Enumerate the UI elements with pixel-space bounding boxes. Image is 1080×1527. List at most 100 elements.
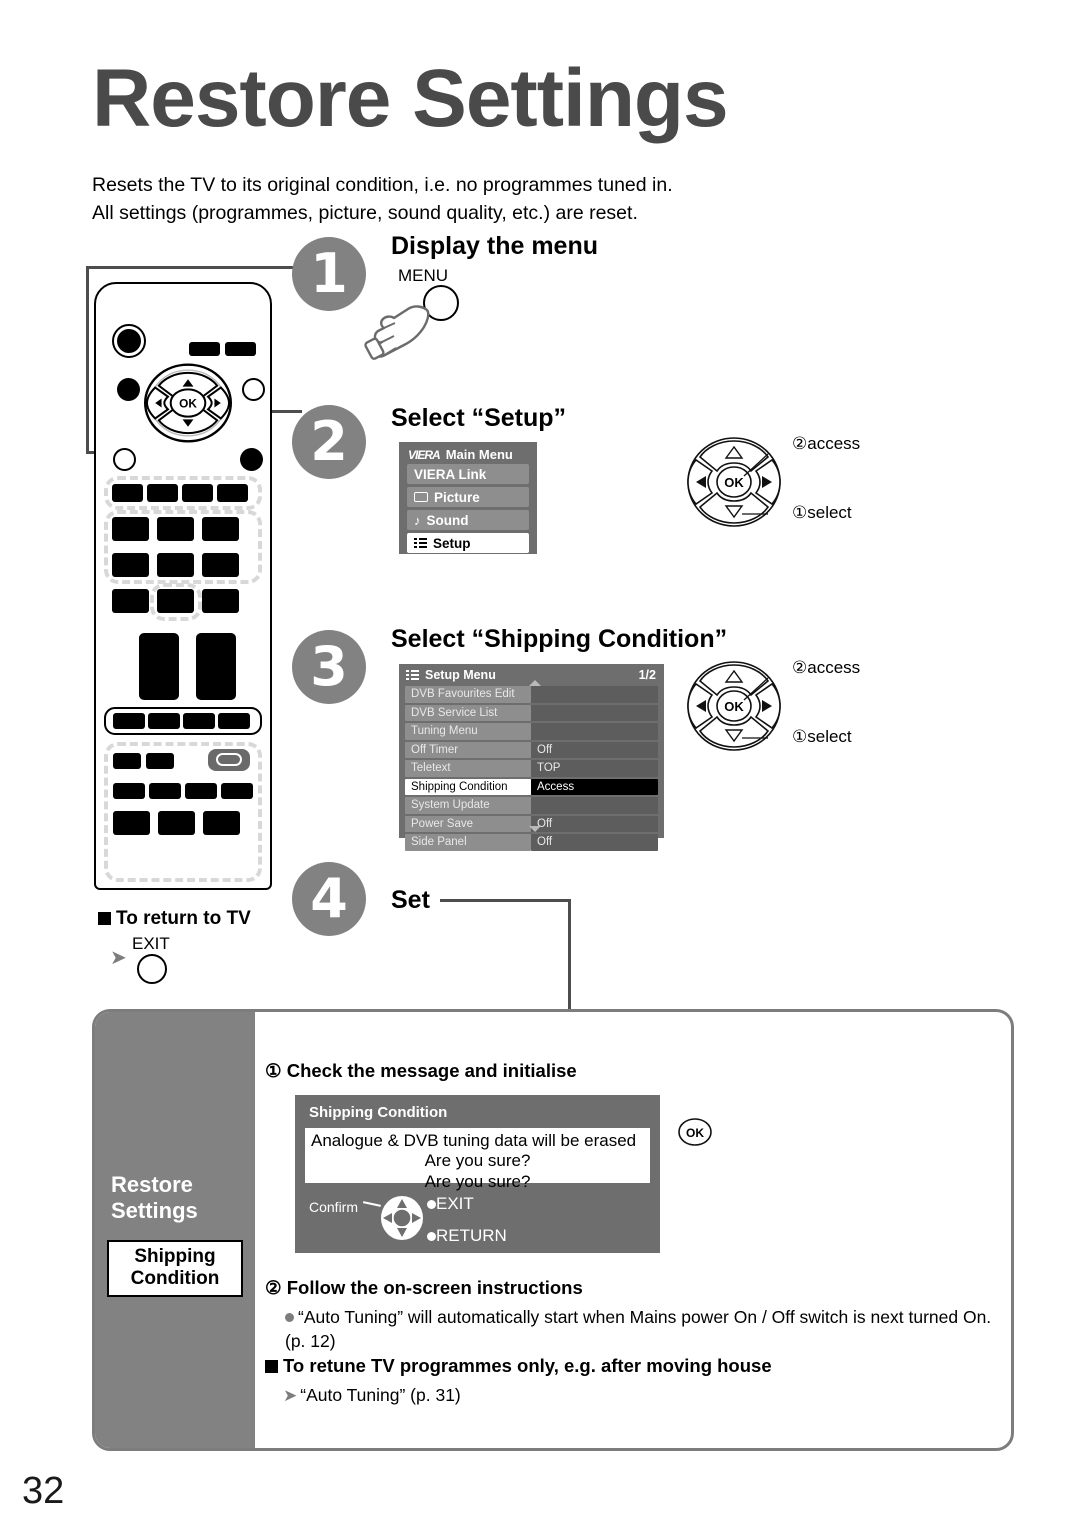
cursor-pad-step3-access-label: ②access — [792, 658, 860, 678]
access-text: access — [807, 658, 861, 677]
main-menu-item-label: Sound — [426, 512, 469, 528]
remote-lower-key-6[interactable] — [221, 783, 253, 799]
substep-2-bullet-text: “Auto Tuning” will automatically start w… — [285, 1307, 992, 1352]
step-2-number: 2 — [292, 405, 366, 479]
remote-function-key-3[interactable] — [183, 713, 215, 729]
dialog-cursor-pad-icon[interactable] — [379, 1194, 425, 1242]
dialog-ok-button[interactable]: OK — [677, 1117, 713, 1147]
main-menu-item-sound[interactable]: ♪ Sound — [407, 510, 529, 530]
remote-top-button-1[interactable] — [189, 342, 220, 356]
remote-volume-rocker[interactable] — [139, 633, 179, 700]
svg-text:OK: OK — [686, 1126, 704, 1140]
remote-control-illustration: OK — [86, 276, 281, 896]
setup-row-value: Off — [531, 741, 658, 758]
setup-menu-row-shipping-condition[interactable]: Shipping Condition Access — [405, 778, 658, 795]
setup-menu-row-dvb-favourites-edit[interactable]: DVB Favourites Edit — [405, 686, 658, 703]
remote-lower-key-9[interactable] — [203, 811, 240, 835]
sidebar-item-shipping-condition[interactable]: Shipping Condition — [107, 1240, 243, 1298]
dialog-message-line-2: Are you sure? — [424, 1151, 531, 1171]
square-bullet-icon — [265, 1360, 278, 1373]
dialog-return-option[interactable]: RETURN — [427, 1226, 507, 1246]
remote-cursor-pad[interactable]: OK — [142, 362, 234, 444]
remote-colour-key-4[interactable] — [217, 484, 248, 502]
remote-lower-key-7[interactable] — [113, 811, 150, 835]
remote-function-key-1[interactable] — [113, 713, 145, 729]
dialog-exit-option[interactable]: EXIT — [427, 1194, 474, 1214]
substep-2-heading: ② Follow the on-screen instructions — [265, 1277, 583, 1299]
access-text: access — [807, 434, 861, 453]
list-icon — [414, 538, 427, 548]
dialog-message-line-1: Analogue & DVB tuning data will be erase… — [311, 1131, 637, 1150]
remote-input-button[interactable] — [117, 378, 140, 401]
remote-colour-key-2[interactable] — [147, 484, 178, 502]
intro-line-2: All settings (programmes, picture, sound… — [92, 201, 638, 224]
sidebar-chip-line-1: Shipping — [134, 1246, 216, 1267]
setup-menu-title: Setup Menu — [425, 668, 496, 682]
remote-colour-key-3[interactable] — [182, 484, 213, 502]
remote-lower-key-3[interactable] — [113, 783, 145, 799]
remote-lower-key-2[interactable] — [146, 753, 174, 769]
access-number: ② — [792, 658, 808, 677]
remote-lower-key-1[interactable] — [113, 753, 141, 769]
remote-function-key-4[interactable] — [218, 713, 250, 729]
substep-3-text: To retune TV programmes only, e.g. after… — [283, 1355, 772, 1376]
svg-text:OK: OK — [724, 475, 744, 490]
main-menu-item-setup[interactable]: Setup — [407, 533, 529, 553]
bullet-icon — [427, 1200, 436, 1210]
page-number: 32 — [22, 1470, 65, 1512]
setup-menu-row-tuning-menu[interactable]: Tuning Menu — [405, 723, 658, 740]
main-menu-item-picture[interactable]: Picture — [407, 487, 529, 507]
svg-text:OK: OK — [179, 397, 197, 411]
setup-menu-row-system-update[interactable]: System Update — [405, 797, 658, 814]
sidebar-chip-line-2: Condition — [130, 1268, 220, 1290]
setup-row-label: Teletext — [405, 760, 531, 777]
scroll-down-icon[interactable] — [529, 826, 541, 832]
setup-menu-row-dvb-service-list[interactable]: DVB Service List — [405, 704, 658, 721]
viera-main-menu: VIERA Main Menu VIERA Link Picture ♪ Sou… — [399, 442, 537, 554]
setup-menu: Setup Menu 1/2 DVB Favourites Edit DVB S… — [399, 664, 664, 851]
remote-channel-rocker[interactable] — [196, 633, 236, 700]
remote-return-button[interactable] — [240, 448, 263, 471]
substep-3-reference-text: “Auto Tuning” (p. 31) — [300, 1385, 461, 1405]
list-icon — [406, 670, 419, 680]
dialog-message: Analogue & DVB tuning data will be erase… — [305, 1128, 650, 1191]
exit-button-circle[interactable] — [137, 954, 167, 984]
step-2-heading: Select “Setup” — [391, 404, 567, 432]
setup-row-value: TOP — [531, 760, 658, 777]
remote-exit-button[interactable] — [113, 448, 136, 471]
setup-menu-row-off-timer[interactable]: Off Timer Off — [405, 741, 658, 758]
cursor-pad-step2[interactable]: OK — [684, 432, 784, 532]
remote-toggle-switch[interactable] — [208, 749, 250, 771]
step-4-heading: Set — [391, 886, 430, 914]
remote-lower-key-8[interactable] — [158, 811, 195, 835]
main-menu-item-viera-link[interactable]: VIERA Link — [407, 464, 529, 484]
substep-1-heading: ① Check the message and initialise — [265, 1060, 577, 1082]
remote-menu-button[interactable] — [242, 378, 265, 401]
substep-2-bullet: “Auto Tuning” will automatically start w… — [285, 1305, 1005, 1353]
remote-function-key-2[interactable] — [148, 713, 180, 729]
manual-page: Restore Settings Resets the TV to its or… — [0, 0, 1080, 1527]
svg-text:OK: OK — [724, 699, 744, 714]
main-menu-title: Main Menu — [445, 447, 513, 462]
return-to-tv-heading: To return to TV — [98, 908, 251, 930]
setup-row-value — [531, 686, 658, 703]
dialog-return-label: RETURN — [436, 1226, 507, 1245]
setup-row-label: DVB Favourites Edit — [405, 686, 531, 703]
remote-key-7[interactable] — [112, 589, 149, 613]
detail-panel: Restore Settings Shipping Condition ① Ch… — [92, 1009, 1014, 1451]
substep-1-number: ① — [265, 1060, 282, 1081]
select-number: ① — [792, 503, 808, 522]
sidebar-title-line-2: Settings — [111, 1197, 198, 1223]
remote-colour-key-1[interactable] — [112, 484, 143, 502]
shipping-condition-dialog: Shipping Condition Analogue & DVB tuning… — [295, 1095, 660, 1253]
remote-lower-key-4[interactable] — [149, 783, 181, 799]
remote-power-button[interactable] — [117, 329, 141, 353]
viera-logo: VIERA — [408, 447, 441, 462]
setup-menu-row-side-panel[interactable]: Side Panel Off — [405, 834, 658, 851]
cursor-pad-step3[interactable]: OK — [684, 656, 784, 756]
remote-key-9[interactable] — [202, 589, 239, 613]
remote-lower-key-5[interactable] — [185, 783, 217, 799]
setup-menu-row-teletext[interactable]: Teletext TOP — [405, 760, 658, 777]
dialog-title: Shipping Condition — [309, 1104, 448, 1121]
remote-top-button-2[interactable] — [225, 342, 256, 356]
